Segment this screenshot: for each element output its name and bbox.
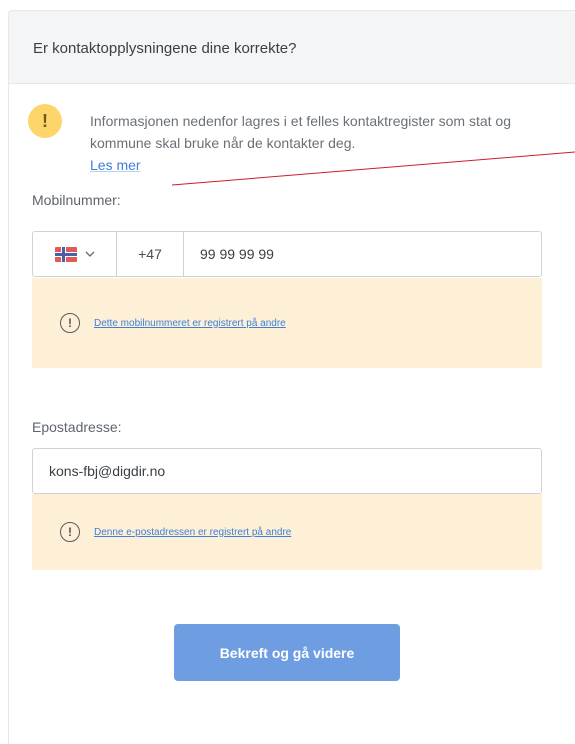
chevron-down-icon bbox=[85, 251, 94, 257]
exclamation-circle-icon: ! bbox=[60, 313, 80, 333]
country-prefix: +47 bbox=[117, 232, 184, 276]
warning-icon: ! bbox=[28, 104, 62, 138]
email-label: Epostadresse: bbox=[32, 419, 122, 435]
info-message: Informasjonen nedenfor lagres i et felle… bbox=[90, 113, 511, 151]
mobile-registered-link[interactable]: Dette mobilnummeret er registrert på and… bbox=[94, 318, 286, 329]
phone-field-group: +47 bbox=[32, 231, 542, 277]
email-registered-link[interactable]: Denne e-postadressen er registrert på an… bbox=[94, 527, 291, 538]
read-more-link[interactable]: Les mer bbox=[90, 157, 141, 173]
mobile-number-input[interactable] bbox=[184, 232, 541, 276]
card-header: Er kontaktopplysningene dine korrekte? bbox=[9, 11, 575, 84]
exclamation-circle-icon: ! bbox=[60, 522, 80, 542]
email-warning-alert: ! Denne e-postadressen er registrert på … bbox=[32, 494, 542, 570]
mobile-warning-alert: ! Dette mobilnummeret er registrert på a… bbox=[32, 278, 542, 368]
email-field bbox=[32, 448, 542, 494]
email-input[interactable] bbox=[33, 462, 541, 480]
country-code-select[interactable] bbox=[33, 232, 117, 276]
norway-flag-icon bbox=[54, 246, 77, 262]
confirm-continue-button[interactable]: Bekreft og gå videre bbox=[174, 624, 400, 681]
mobile-label: Mobilnummer: bbox=[32, 192, 121, 208]
info-text: Informasjonen nedenfor lagres i et felle… bbox=[90, 110, 545, 176]
page-title: Er kontaktopplysningene dine korrekte? bbox=[33, 40, 297, 57]
